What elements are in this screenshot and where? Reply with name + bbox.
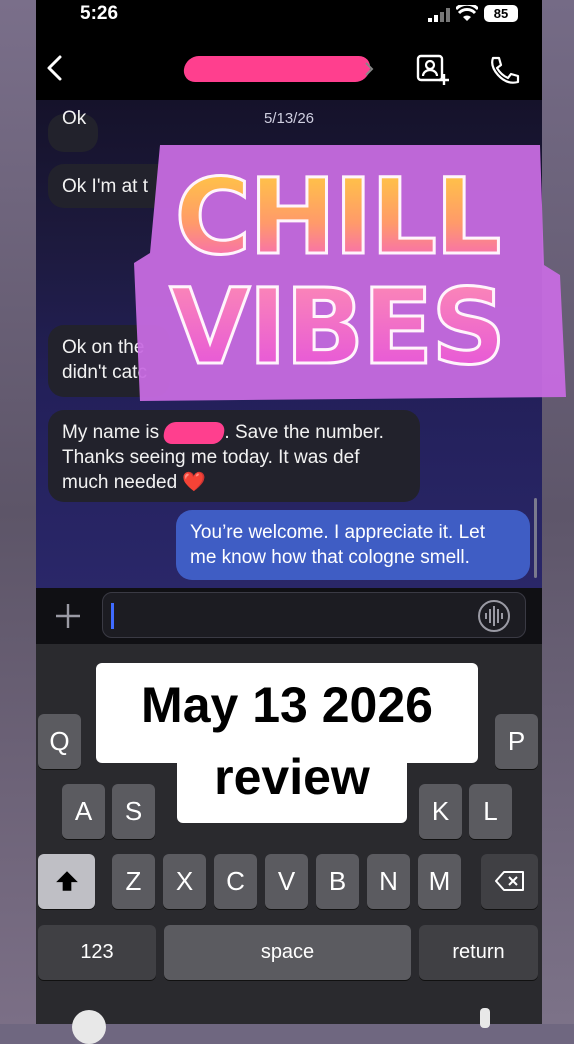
key-s[interactable]: S	[112, 784, 155, 839]
plus-icon[interactable]	[54, 602, 82, 630]
key-label: space	[260, 941, 315, 963]
voice-waveform-icon[interactable]	[477, 599, 511, 633]
key-z[interactable]: Z	[112, 854, 155, 909]
key-a[interactable]: A	[62, 784, 105, 839]
key-label: return	[452, 941, 505, 963]
message-text-line: You’re welcome. I appreciate it. Let	[190, 522, 486, 543]
key-label: N	[379, 866, 398, 896]
contact-card-add-icon[interactable]	[416, 54, 450, 86]
key-label: M	[428, 866, 451, 896]
key-m[interactable]: M	[418, 854, 461, 909]
key-q[interactable]: Q	[38, 714, 81, 769]
cellular-signal-icon	[428, 8, 450, 22]
key-b[interactable]: B	[316, 854, 359, 909]
key-label: A	[74, 796, 93, 826]
battery-icon: 85	[484, 5, 518, 22]
contact-name-redacted[interactable]	[182, 56, 372, 82]
chevron-right-icon[interactable]	[364, 62, 374, 76]
shift-key[interactable]	[38, 854, 95, 909]
chill-vibes-sticker: CHILL VIBES	[134, 145, 566, 401]
space-key[interactable]: space	[164, 925, 411, 980]
key-label: B	[328, 866, 347, 896]
text-cursor	[111, 603, 114, 629]
key-p[interactable]: P	[495, 714, 538, 769]
sticker-line2: VIBES	[170, 266, 504, 388]
sticker-line1: CHILL	[175, 156, 500, 278]
name-redaction	[162, 421, 227, 444]
key-label: 123	[80, 941, 114, 963]
compose-bar	[36, 588, 542, 644]
key-label: L	[483, 796, 498, 826]
message-bubble-incoming[interactable]: Ok	[48, 108, 98, 152]
numbers-key[interactable]: 123	[38, 925, 156, 980]
key-c[interactable]: C	[214, 854, 257, 909]
background-frame-left	[0, 0, 36, 1024]
shift-arrow-icon	[55, 871, 78, 891]
conversation-header	[36, 36, 542, 100]
key-label: C	[226, 866, 245, 896]
message-text-line: me know how that cologne smell.	[190, 547, 470, 568]
caption-subtitle: review	[214, 749, 370, 805]
message-text-line: much needed ❤️	[62, 472, 207, 493]
message-bubble-outgoing[interactable]: You’re welcome. I appreciate it. Let me …	[176, 510, 530, 580]
battery-level: 85	[493, 6, 509, 21]
bottom-left-indicator	[72, 1010, 106, 1044]
backspace-icon	[494, 871, 524, 891]
key-label: S	[124, 796, 143, 826]
message-bubble-incoming[interactable]: My name is . Save the number. Thanks see…	[48, 410, 420, 502]
caption-title: May 13 2026	[141, 677, 433, 733]
key-v[interactable]: V	[265, 854, 308, 909]
key-label: Q	[49, 726, 70, 756]
key-x[interactable]: X	[163, 854, 206, 909]
status-time: 5:26	[80, 3, 119, 24]
message-text-part: . Save the number.	[224, 422, 384, 443]
thread-date: 5/13/26	[263, 110, 315, 127]
key-label: V	[277, 866, 296, 896]
wifi-icon	[456, 5, 478, 21]
bottom-right-indicator	[480, 1008, 490, 1028]
key-label: Z	[125, 866, 142, 896]
scroll-indicator[interactable]	[534, 498, 537, 578]
message-text-line: Thanks seeing me today. It was def	[62, 447, 360, 468]
status-bar: 5:26 85	[36, 0, 542, 28]
key-label: P	[507, 726, 526, 756]
key-n[interactable]: N	[367, 854, 410, 909]
key-l[interactable]: L	[469, 784, 512, 839]
message-input[interactable]	[102, 592, 526, 638]
back-chevron-icon[interactable]	[44, 54, 66, 82]
phone-call-icon[interactable]	[487, 55, 521, 85]
key-k[interactable]: K	[419, 784, 462, 839]
backspace-key[interactable]	[481, 854, 538, 909]
key-label: X	[175, 866, 194, 896]
message-text-part: My name is	[62, 422, 165, 443]
return-key[interactable]: return	[419, 925, 538, 980]
message-text-line: My name is . Save the number.	[62, 420, 406, 445]
message-text: Ok	[62, 108, 87, 129]
key-label: K	[431, 796, 450, 826]
